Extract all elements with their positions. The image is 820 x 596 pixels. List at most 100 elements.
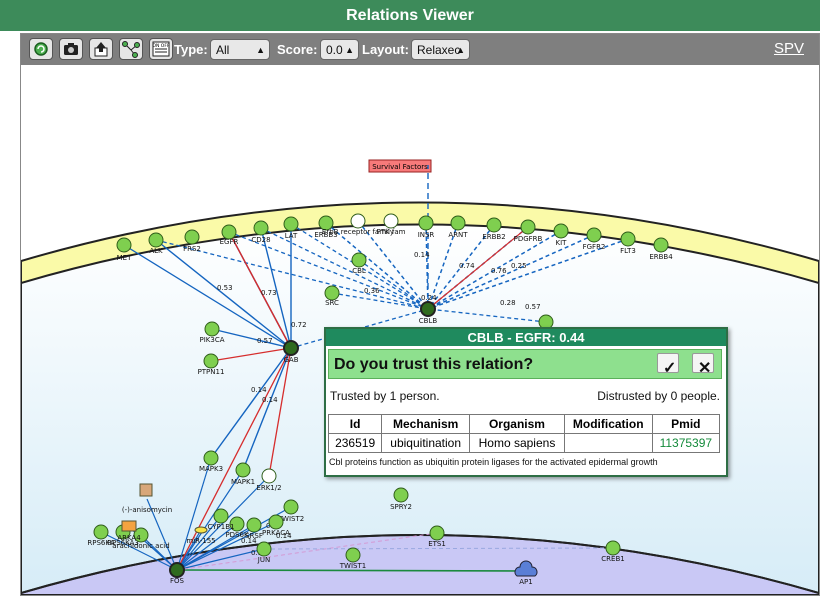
- node-label: arachidonic acid: [112, 542, 169, 550]
- refresh-icon: [34, 42, 48, 56]
- type-select-value: All: [216, 43, 230, 57]
- node-label: CBL: [352, 267, 366, 275]
- node-alk[interactable]: ALK: [148, 232, 164, 255]
- node-jun[interactable]: JUN: [256, 541, 272, 564]
- node-label: EGFR: [220, 238, 239, 246]
- edge-score-label: 0.28: [500, 299, 516, 307]
- score-label: Score:: [277, 42, 318, 57]
- edge-score-label: 0.25: [511, 262, 527, 270]
- node-label: FLT3: [620, 247, 636, 255]
- network-button[interactable]: [119, 38, 143, 60]
- node-label: ALK: [149, 247, 163, 255]
- edge-score-label: 0.57: [257, 337, 273, 345]
- type-label: Type:: [174, 42, 208, 57]
- node-label: ARKA4: [117, 534, 141, 542]
- node-label: ERBB2: [482, 233, 505, 241]
- evidence-table: Id Mechanism Organism Modification Pmid …: [327, 414, 721, 453]
- accept-button[interactable]: ✓: [657, 353, 679, 377]
- node-label: ARNT: [448, 231, 468, 239]
- node-fos[interactable]: FOS: [169, 562, 185, 585]
- node-label: PTK fam: [377, 228, 406, 236]
- score-select-value: 0.0: [326, 43, 343, 57]
- edge-score-label: 0.14: [414, 251, 430, 259]
- node-src[interactable]: SRC: [324, 285, 340, 307]
- camera-button[interactable]: [59, 38, 83, 60]
- node-label: ERBB4: [649, 253, 673, 261]
- col-id: Id: [327, 414, 383, 434]
- network-icon: [122, 41, 140, 58]
- relation-edge-green[interactable]: [176, 569, 527, 572]
- node-label: CBLB: [419, 317, 438, 325]
- node-label: LAT: [285, 232, 298, 240]
- pmid-link[interactable]: 11375397: [651, 433, 721, 453]
- node-label: INSR: [418, 231, 435, 239]
- cell-mechanism: ubiquitination: [381, 433, 471, 453]
- trusted-count: Trusted by 1 person.: [330, 389, 440, 403]
- col-modification: Modification: [563, 414, 653, 434]
- node-insr[interactable]: INSR: [418, 215, 435, 239]
- col-pmid: Pmid: [651, 414, 721, 434]
- node-label: PIK3CA: [199, 336, 224, 344]
- onoff-button[interactable]: ON OFF: [149, 38, 173, 60]
- node-label: JUN: [257, 556, 270, 564]
- distrusted-count: Distrusted by 0 people.: [597, 389, 720, 403]
- table-row: 236519 ubiquitination Homo sapiens 11375…: [327, 433, 721, 453]
- node-label: MAPK1: [231, 478, 255, 486]
- node-label: SPRY2: [390, 503, 412, 511]
- survival-factors-label: Survival Factors: [372, 163, 428, 171]
- node-cblb[interactable]: CBLB: [419, 301, 438, 325]
- layout-select[interactable]: Relaxec ▲: [411, 39, 470, 60]
- node-gab[interactable]: GAB: [283, 340, 299, 364]
- edge-score-label: 0.72: [291, 321, 307, 329]
- reject-button[interactable]: ✕: [692, 353, 714, 377]
- toolbar: ON OFF Type: All ▲ Score: 0.0 ▲ Layout: Re…: [21, 34, 819, 65]
- check-icon: ✓: [663, 360, 677, 377]
- trust-question-bar: Do you trust this relation? ✓ ✕: [328, 349, 722, 379]
- edge-score-label: 0.24: [421, 294, 437, 302]
- node-ets1[interactable]: ETS1: [428, 525, 446, 548]
- popup-header: CBLB - EGFR: 0.44: [326, 329, 726, 346]
- node-label: CD28: [251, 236, 270, 244]
- select-arrow-icon: ▲: [256, 45, 265, 55]
- node-label: MAPK3: [199, 465, 223, 473]
- edge-score-label: 0.76: [491, 267, 507, 275]
- node-lat[interactable]: LAT: [283, 216, 299, 240]
- select-arrow-icon: ▲: [345, 45, 354, 55]
- node-kit[interactable]: KIT: [553, 223, 569, 247]
- edge-score-label: 0.36: [364, 287, 380, 295]
- spv-link[interactable]: SPV: [774, 40, 804, 57]
- node-flt3[interactable]: FLT3: [620, 231, 636, 255]
- score-select[interactable]: 0.0 ▲: [320, 39, 359, 60]
- onoff-text: ON OFF: [152, 43, 169, 49]
- edge-score-label: 0.57: [525, 303, 541, 311]
- node-label: SRC: [325, 299, 339, 307]
- close-icon: ✕: [698, 360, 712, 377]
- edge-score-label: 0.14: [262, 396, 278, 404]
- col-organism: Organism: [469, 414, 565, 434]
- node-label: (-)-anisomycin: [122, 506, 172, 514]
- node-label: GAB: [283, 356, 298, 364]
- export-button[interactable]: [89, 38, 113, 60]
- refresh-button[interactable]: [29, 38, 53, 60]
- camera-icon: [64, 43, 78, 55]
- node-label: RPS6KA: [87, 539, 114, 547]
- cell-organism: Homo sapiens: [469, 433, 565, 453]
- edge-score-label: 0.73: [261, 289, 277, 297]
- trust-question: Do you trust this relation?: [334, 356, 534, 373]
- node-label: FOS: [170, 577, 185, 585]
- export-icon: [94, 42, 108, 57]
- node-label: FGFR2: [583, 243, 606, 251]
- edge-score-label: 0.14: [251, 386, 267, 394]
- node-label: miR-155: [186, 537, 215, 545]
- node-label: PDS6K: [225, 531, 249, 539]
- type-select[interactable]: All ▲: [210, 39, 270, 60]
- relation-popup: CBLB - EGFR: 0.44 Do you trust this rela…: [324, 327, 728, 477]
- node-label: TWIST1: [339, 562, 366, 570]
- edge-score-label: 0.53: [217, 284, 233, 292]
- node-label: PRKACA: [262, 529, 290, 537]
- node-label: CYP1B1: [208, 523, 235, 531]
- node-cbl[interactable]: CBL: [351, 252, 367, 275]
- layout-select-value: Relaxec: [417, 43, 461, 57]
- cell-modification: [563, 433, 653, 453]
- node-label: AP1: [519, 578, 532, 586]
